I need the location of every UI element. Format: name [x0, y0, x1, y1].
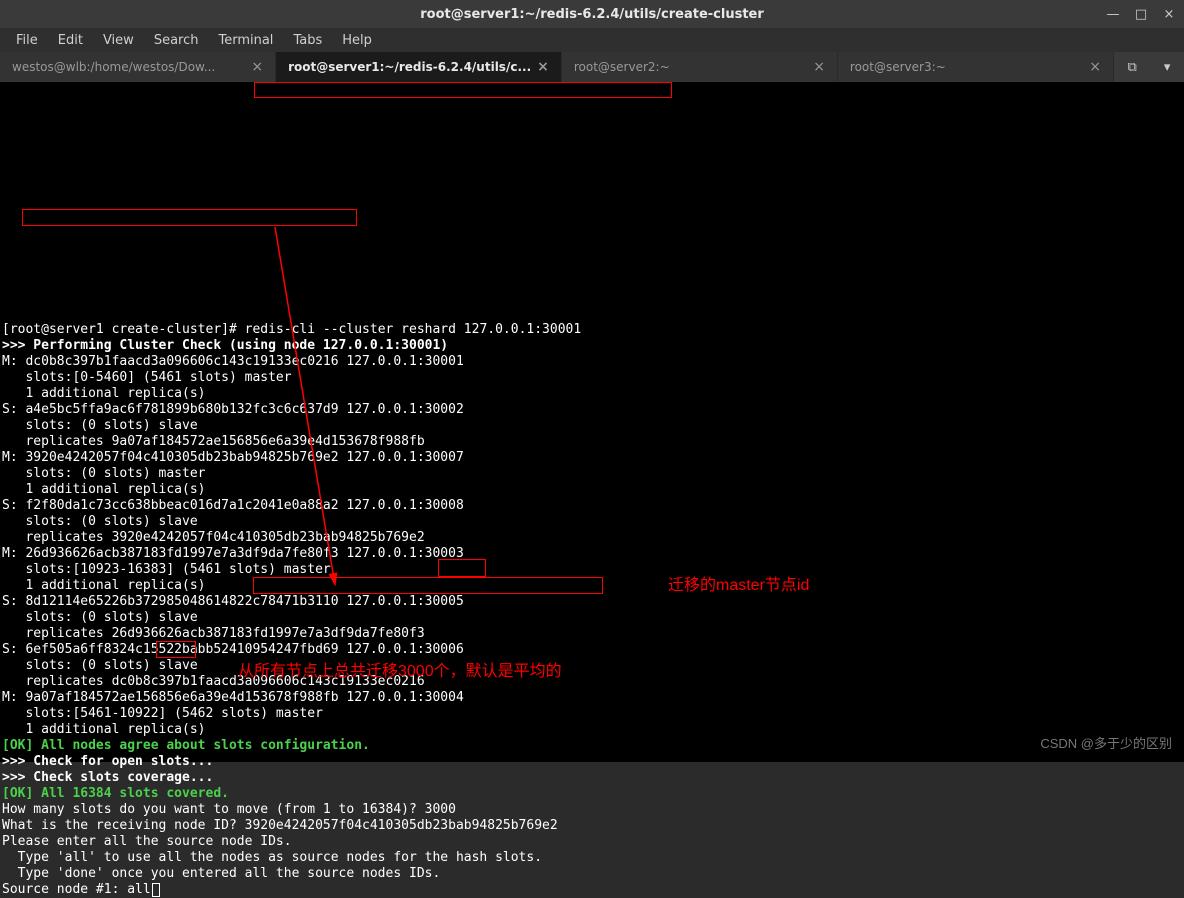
- terminal-line: slots: (0 slots) slave: [2, 514, 1182, 530]
- menu-terminal[interactable]: Terminal: [208, 31, 283, 50]
- annotation-master-id: 迁移的master节点id: [668, 578, 809, 594]
- tab-westos[interactable]: westos@wlb:/home/westos/Dow... ×: [0, 52, 276, 82]
- terminal-line: >>> Check slots coverage...: [2, 770, 1182, 786]
- window-controls: — □ ×: [1104, 6, 1178, 22]
- terminal-line: slots: (0 slots) slave: [2, 610, 1182, 626]
- terminal-line: slots: (0 slots) slave: [2, 418, 1182, 434]
- terminal-line: S: f2f80da1c73cc638bbeac016d7a1c2041e0a8…: [2, 498, 1182, 514]
- terminal-line: [root@server1 create-cluster]# redis-cli…: [2, 322, 1182, 338]
- tab-server1[interactable]: root@server1:~/redis-6.2.4/utils/c... ×: [276, 52, 562, 82]
- terminal-line: S: 6ef505a6ff8324c15522babb52410954247fb…: [2, 642, 1182, 658]
- highlight-node-id: [22, 209, 357, 226]
- close-icon[interactable]: ×: [537, 59, 549, 75]
- terminal-line: >>> Performing Cluster Check (using node…: [2, 338, 1182, 354]
- tab-bar: westos@wlb:/home/westos/Dow... × root@se…: [0, 52, 1184, 82]
- terminal-line: 1 additional replica(s): [2, 386, 1182, 402]
- terminal-line: Please enter all the source node IDs.: [2, 834, 1182, 850]
- close-icon[interactable]: ×: [251, 59, 263, 75]
- terminal-line: S: a4e5bc5ffa9ac6f781899b680b132fc3c6c63…: [2, 402, 1182, 418]
- new-tab-icon[interactable]: ⧉: [1128, 60, 1137, 75]
- tab-label: westos@wlb:/home/westos/Dow...: [12, 60, 245, 74]
- terminal-line: M: dc0b8c397b1faacd3a096606c143c19133ec0…: [2, 354, 1182, 370]
- tab-server2[interactable]: root@server2:~ ×: [562, 52, 838, 82]
- highlight-command: [254, 82, 672, 98]
- terminal-line: replicates dc0b8c397b1faacd3a096606c143c…: [2, 674, 1182, 690]
- terminal-line: replicates 26d936626acb387183fd1997e7a3d…: [2, 626, 1182, 642]
- terminal-line: slots: (0 slots) slave: [2, 658, 1182, 674]
- close-icon[interactable]: ×: [1089, 59, 1101, 75]
- terminal-line: slots:[5461-10922] (5462 slots) master: [2, 706, 1182, 722]
- terminal-line: Type 'done' once you entered all the sou…: [2, 866, 1182, 882]
- terminal-line: M: 3920e4242057f04c410305db23bab94825b76…: [2, 450, 1182, 466]
- menu-view[interactable]: View: [93, 31, 144, 50]
- terminal-line: slots:[10923-16383] (5461 slots) master: [2, 562, 1182, 578]
- terminal-line: replicates 3920e4242057f04c410305db23bab…: [2, 530, 1182, 546]
- minimize-button[interactable]: —: [1104, 6, 1122, 22]
- menu-edit[interactable]: Edit: [48, 31, 93, 50]
- terminal-line: What is the receiving node ID? 3920e4242…: [2, 818, 1182, 834]
- title-bar: root@server1:~/redis-6.2.4/utils/create-…: [0, 0, 1184, 28]
- watermark: CSDN @多于少的区别: [1040, 733, 1172, 752]
- menu-tabs[interactable]: Tabs: [283, 31, 332, 50]
- terminal-output[interactable]: 迁移的master节点id 从所有节点上总共迁移3000个，默认是平均的 [ro…: [0, 82, 1184, 762]
- terminal-line: 1 additional replica(s): [2, 722, 1182, 738]
- terminal-line: S: 8d12114e65226b372985048614822c78471b3…: [2, 594, 1182, 610]
- maximize-button[interactable]: □: [1132, 6, 1150, 22]
- close-icon[interactable]: ×: [813, 59, 825, 75]
- terminal-cursor: [152, 883, 160, 897]
- terminal-line: 1 additional replica(s): [2, 578, 1182, 594]
- tab-label: root@server3:~: [850, 60, 1083, 74]
- menu-help[interactable]: Help: [332, 31, 382, 50]
- tab-extra: ⧉ ▾: [1114, 52, 1184, 82]
- menu-bar: File Edit View Search Terminal Tabs Help: [0, 28, 1184, 52]
- close-button[interactable]: ×: [1160, 6, 1178, 22]
- terminal-line: [OK] All 16384 slots covered.: [2, 786, 1182, 802]
- menu-search[interactable]: Search: [144, 31, 209, 50]
- terminal-line: How many slots do you want to move (from…: [2, 802, 1182, 818]
- tab-menu-icon[interactable]: ▾: [1164, 60, 1171, 75]
- terminal-line: [OK] All nodes agree about slots configu…: [2, 738, 1182, 754]
- tab-label: root@server2:~: [574, 60, 807, 74]
- terminal-line: M: 26d936626acb387183fd1997e7a3df9da7fe8…: [2, 546, 1182, 562]
- terminal-line: 1 additional replica(s): [2, 482, 1182, 498]
- terminal-line: replicates 9a07af184572ae156856e6a39e4d1…: [2, 434, 1182, 450]
- tab-server3[interactable]: root@server3:~ ×: [838, 52, 1114, 82]
- terminal-line: Type 'all' to use all the nodes as sourc…: [2, 850, 1182, 866]
- tab-label: root@server1:~/redis-6.2.4/utils/c...: [288, 60, 531, 74]
- menu-file[interactable]: File: [6, 31, 48, 50]
- annotation-migrate: 从所有节点上总共迁移3000个，默认是平均的: [238, 664, 562, 680]
- terminal-line: M: 9a07af184572ae156856e6a39e4d153678f98…: [2, 690, 1182, 706]
- terminal-line: >>> Check for open slots...: [2, 754, 1182, 770]
- terminal-line: Source node #1: all: [2, 882, 1182, 898]
- terminal-line: slots: (0 slots) master: [2, 466, 1182, 482]
- window-title: root@server1:~/redis-6.2.4/utils/create-…: [420, 7, 764, 22]
- terminal-line: slots:[0-5460] (5461 slots) master: [2, 370, 1182, 386]
